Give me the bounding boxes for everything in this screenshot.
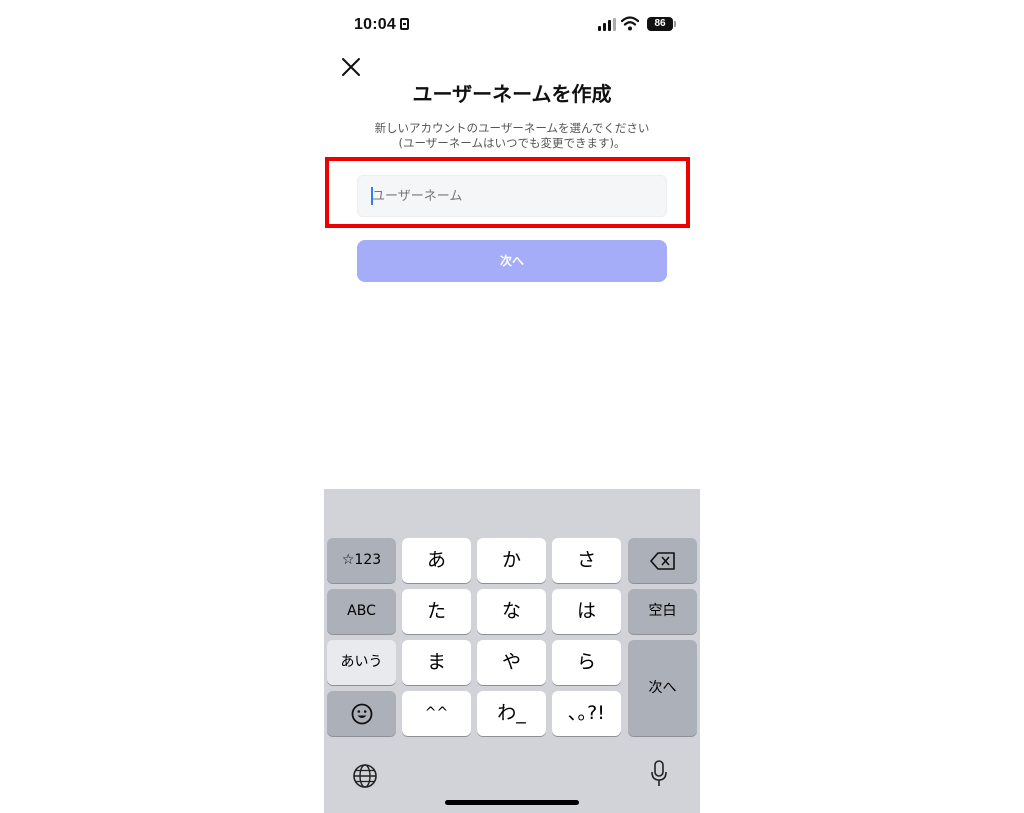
emoji-icon (351, 703, 372, 724)
key-symbols[interactable]: ☆123 (327, 538, 396, 583)
wifi-icon (621, 16, 639, 31)
subtitle-line-2: (ユーザーネームはいつでも変更できます)。 (398, 136, 626, 150)
japanese-keyboard: ☆123 あ か さ ABC た な は 空白 あいう ま や ら 次へ ^^ … (324, 489, 700, 813)
status-time-text: 10:04 (354, 16, 396, 33)
key-ta[interactable]: た (402, 589, 471, 634)
backspace-key[interactable] (628, 538, 697, 583)
key-ra[interactable]: ら (552, 640, 621, 685)
highlight-box (325, 157, 690, 228)
globe-icon[interactable] (352, 763, 378, 789)
page-title: ユーザーネームを作成 (412, 82, 612, 106)
key-ka[interactable]: か (477, 538, 546, 583)
subtitle-line-1: 新しいアカウントのユーザーネームを選んでください (374, 121, 650, 135)
sim-icon (399, 18, 409, 30)
key-na[interactable]: な (477, 589, 546, 634)
key-a[interactable]: あ (402, 538, 471, 583)
enter-key[interactable]: 次へ (628, 640, 697, 736)
emoji-key[interactable] (327, 691, 396, 736)
status-time: 10:04 (354, 16, 409, 34)
key-punctuation[interactable]: ､｡?! (552, 691, 621, 736)
signal-icon (598, 18, 616, 31)
key-space[interactable]: 空白 (628, 589, 697, 634)
microphone-icon[interactable] (650, 759, 668, 789)
key-ma[interactable]: ま (402, 640, 471, 685)
home-indicator (445, 800, 579, 805)
key-sa[interactable]: さ (552, 538, 621, 583)
key-wa[interactable]: わ_ (477, 691, 546, 736)
page-subtitle: 新しいアカウントのユーザーネームを選んでください (ユーザーネームはいつでも変更… (344, 121, 680, 151)
key-ya[interactable]: や (477, 640, 546, 685)
app-screen: 10:04 86 ユーザーネームを作成 新しいアカウントのユーザーネームを選んで… (324, 0, 700, 813)
backspace-icon (649, 551, 675, 570)
key-abc[interactable]: ABC (327, 589, 396, 634)
key-dakuten[interactable]: ^^ (402, 691, 471, 736)
key-hiragana[interactable]: あいう (327, 640, 396, 685)
key-ha[interactable]: は (552, 589, 621, 634)
battery-indicator: 86 (647, 17, 676, 31)
close-icon[interactable] (338, 54, 364, 80)
next-button[interactable]: 次へ (357, 240, 667, 282)
